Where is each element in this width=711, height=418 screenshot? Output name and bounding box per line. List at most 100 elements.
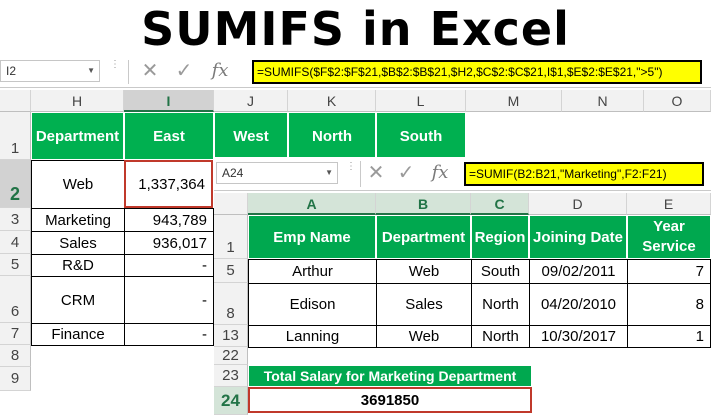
row-header[interactable]: 4 — [0, 231, 31, 254]
column-header[interactable]: K — [288, 90, 376, 112]
total-value[interactable]: 3691850 — [248, 387, 532, 413]
inner-row-header[interactable]: 8 — [214, 283, 248, 325]
inner-row-header[interactable]: 22 — [214, 347, 248, 365]
header-year-service[interactable]: Year Service — [627, 215, 711, 259]
enter-icon[interactable]: ✓ — [394, 161, 418, 185]
cell-department[interactable]: Web — [376, 259, 472, 284]
header-south[interactable]: South — [376, 112, 466, 160]
cell-emp-name[interactable]: Edison — [248, 283, 377, 326]
header-north[interactable]: North — [288, 112, 376, 160]
cell-east[interactable]: 936,017 — [124, 231, 214, 255]
cell-joining-date[interactable]: 04/20/2010 — [529, 283, 628, 326]
header-west[interactable]: West — [214, 112, 288, 160]
row-number: 3 — [10, 211, 20, 228]
header-region[interactable]: Region — [471, 215, 529, 259]
column-header[interactable]: H — [31, 90, 124, 112]
row-number: 24 — [221, 391, 240, 410]
row-number: 6 — [10, 303, 20, 320]
cancel-icon[interactable]: ✕ — [364, 161, 388, 185]
cell-department[interactable]: Web — [31, 160, 125, 209]
insert-function-icon[interactable]: fx — [426, 161, 454, 185]
row-header[interactable]: 9 — [0, 367, 31, 391]
cancel-icon[interactable]: ✕ — [138, 59, 162, 83]
column-header[interactable]: O — [644, 90, 711, 112]
row-number: 8 — [10, 347, 20, 364]
cell-region[interactable]: South — [471, 259, 530, 284]
column-header[interactable]: M — [466, 90, 562, 112]
inner-column-header[interactable]: D — [529, 193, 627, 215]
formula-input[interactable]: =SUMIFS($F$2:$F$21,$B$2:$B$21,$H2,$C$2:$… — [252, 60, 702, 84]
cell-year-service[interactable]: 7 — [627, 259, 711, 284]
row-number: 2 — [9, 184, 20, 204]
enter-icon[interactable]: ✓ — [172, 59, 196, 83]
inner-corner-cell[interactable] — [214, 193, 248, 215]
cell-east[interactable]: 943,789 — [124, 208, 214, 232]
cell-year-service[interactable]: 1 — [627, 325, 711, 348]
header-department[interactable]: Department — [376, 215, 471, 259]
chevron-down-icon[interactable]: ▼ — [325, 163, 333, 183]
cell-joining-date[interactable]: 10/30/2017 — [529, 325, 628, 348]
row-number: 22 — [222, 347, 239, 364]
chevron-down-icon[interactable]: ▼ — [87, 61, 95, 81]
column-header[interactable]: I — [124, 90, 214, 112]
insert-function-icon[interactable]: fx — [206, 59, 234, 83]
row-header[interactable]: 1 — [0, 112, 31, 160]
inner-row-header[interactable]: 1 — [214, 215, 248, 259]
row-number: 1 — [226, 239, 235, 256]
header-east[interactable]: East — [124, 112, 214, 160]
corner-cell[interactable] — [0, 90, 31, 112]
row-number: 13 — [222, 327, 239, 344]
inner-formula-input[interactable]: =SUMIF(B2:B21,"Marketing",F2:F21) — [464, 162, 704, 186]
cell-east[interactable]: - — [124, 276, 214, 324]
row-number: 5 — [10, 256, 20, 273]
inner-row-header[interactable]: 5 — [214, 259, 248, 283]
cell-east[interactable]: - — [124, 323, 214, 346]
inner-name-box-value: A24 — [222, 166, 244, 180]
cell-east-selected[interactable]: 1,337,364 — [124, 160, 213, 208]
column-header[interactable]: J — [214, 90, 288, 112]
inner-row-header[interactable]: 23 — [214, 365, 248, 387]
cell-department[interactable]: CRM — [31, 276, 125, 324]
cell-department[interactable]: Marketing — [31, 208, 125, 232]
more-dots-icon: ⋮ — [110, 59, 120, 70]
column-header[interactable]: N — [562, 90, 644, 112]
embedded-sheet: A24 ▼ ⋮ ✕ ✓ fx =SUMIF(B2:B21,"Marketing"… — [214, 157, 711, 418]
header-department[interactable]: Department — [31, 112, 124, 160]
inner-formula-divider — [360, 161, 361, 187]
cell-joining-date[interactable]: 09/02/2011 — [529, 259, 628, 284]
header-emp-name[interactable]: Emp Name — [248, 215, 376, 259]
inner-name-box[interactable]: A24 ▼ — [216, 162, 338, 184]
row-header[interactable]: 7 — [0, 323, 31, 345]
cell-department[interactable]: Sales — [376, 283, 472, 326]
row-number: 23 — [222, 367, 239, 384]
inner-column-header[interactable]: E — [627, 193, 711, 215]
row-number: 9 — [10, 370, 20, 387]
cell-department[interactable]: Sales — [31, 231, 125, 255]
cell-department[interactable]: Web — [376, 325, 472, 348]
inner-column-header[interactable]: C — [471, 193, 529, 215]
name-box[interactable]: I2 ▼ — [0, 60, 100, 82]
inner-row-header[interactable]: 13 — [214, 325, 248, 347]
header-joining-date[interactable]: Joining Date — [529, 215, 627, 259]
cell-east[interactable]: - — [124, 254, 214, 277]
row-header[interactable]: 2 — [0, 160, 31, 208]
inner-row-header[interactable]: 24 — [214, 387, 248, 415]
column-header[interactable]: L — [376, 90, 466, 112]
row-header[interactable]: 6 — [0, 276, 31, 323]
cell-department[interactable]: Finance — [31, 323, 125, 346]
row-header[interactable]: 8 — [0, 345, 31, 367]
cell-emp-name[interactable]: Lanning — [248, 325, 377, 348]
row-header[interactable]: 5 — [0, 254, 31, 276]
cell-region[interactable]: North — [471, 325, 530, 348]
name-box-value: I2 — [6, 64, 17, 78]
total-label[interactable]: Total Salary for Marketing Department — [248, 365, 532, 387]
cell-emp-name[interactable]: Arthur — [248, 259, 377, 284]
page-title: SUMIFS in Excel — [141, 2, 570, 56]
cell-year-service[interactable]: 8 — [627, 283, 711, 326]
inner-column-header[interactable]: A — [248, 193, 376, 215]
inner-column-header[interactable]: B — [376, 193, 471, 215]
row-header[interactable]: 3 — [0, 208, 31, 231]
cell-department[interactable]: R&D — [31, 254, 125, 277]
cell-region[interactable]: North — [471, 283, 530, 326]
row-number: 8 — [226, 305, 235, 322]
